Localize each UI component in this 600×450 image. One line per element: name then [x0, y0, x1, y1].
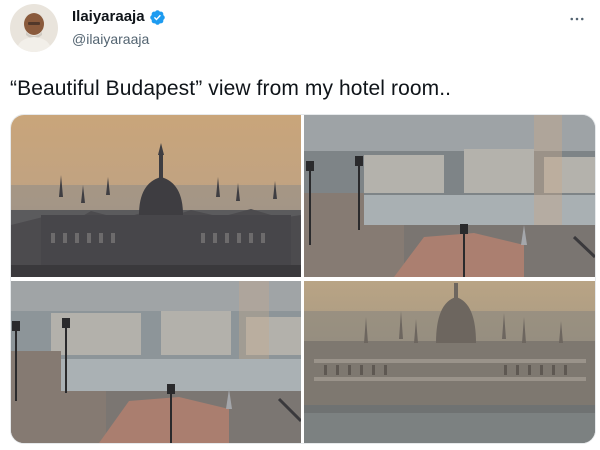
- avatar[interactable]: [10, 4, 58, 52]
- tweet-text: “Beautiful Budapest” view from my hotel …: [10, 77, 452, 100]
- verified-badge-icon: [149, 9, 166, 26]
- media-grid: [10, 114, 596, 444]
- author-handle[interactable]: @ilaiyaraaja: [72, 31, 149, 47]
- tweet-header: Ilaiyaraaja @ilaiyaraaja: [0, 0, 600, 60]
- photo-danube-lamps-city-alt[interactable]: [11, 281, 301, 443]
- photo-parliament-dome-sunrise[interactable]: [11, 115, 301, 277]
- photo-parliament-riverside[interactable]: [304, 281, 595, 443]
- author-name-row: Ilaiyaraaja: [72, 8, 166, 26]
- more-options-icon[interactable]: [564, 6, 590, 32]
- author-display-name[interactable]: Ilaiyaraaja: [72, 8, 145, 26]
- photo-danube-lamps-city[interactable]: [304, 115, 595, 277]
- avatar-portrait-icon: [10, 4, 58, 52]
